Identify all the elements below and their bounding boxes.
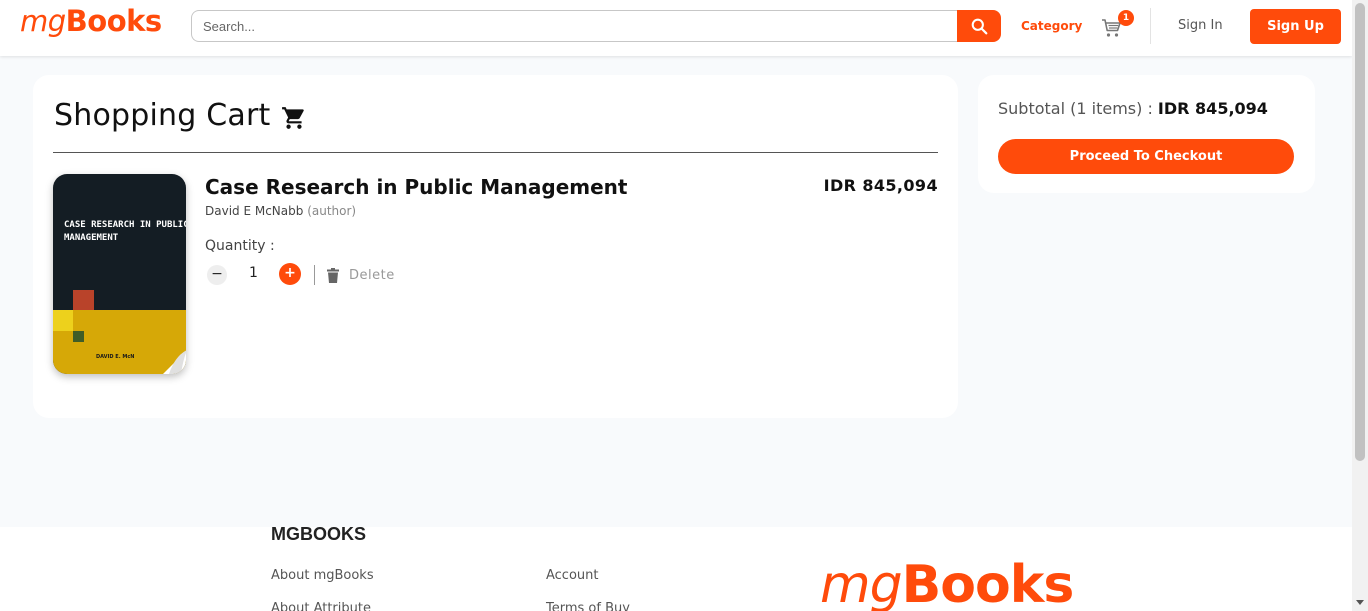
subtotal-amount: IDR 845,094 <box>1157 99 1268 118</box>
decrease-quantity-button[interactable]: − <box>207 265 227 285</box>
quantity-label: Quantity : <box>205 238 275 254</box>
footer-logo-light-text: mg <box>820 555 903 611</box>
logo-light-text: mg <box>20 4 66 38</box>
trash-icon <box>327 267 339 283</box>
cart-item-author: David E McNabb (author) <box>205 204 356 218</box>
search-button[interactable] <box>957 10 1001 42</box>
page-title: Shopping Cart <box>54 98 271 133</box>
footer-heading: MGBOOKS <box>271 524 367 544</box>
cover-green-square <box>73 331 84 342</box>
footer-link-about-mgbooks[interactable]: About mgBooks <box>271 568 374 583</box>
logo-bold-text: Books <box>65 4 163 38</box>
page-curl-icon <box>163 350 186 374</box>
footer-link-about-attribute[interactable]: About Attribute <box>271 601 371 611</box>
site-footer: MGBOOKS About mgBooks About Attribute Ac… <box>0 524 1352 611</box>
cart-count-badge: 1 <box>1118 10 1134 26</box>
subtotal-label: Subtotal (1 items) : <box>998 99 1158 118</box>
header-divider <box>1150 8 1151 44</box>
cart-item-price: IDR 845,094 <box>823 176 938 195</box>
footer-link-account[interactable]: Account <box>546 568 599 583</box>
book-cover-image[interactable]: CASE RESEARCH IN PUBLIC MANAGEMENT DAVID… <box>53 174 186 374</box>
increase-quantity-button[interactable]: + <box>279 263 301 285</box>
scrollbar-thumb[interactable] <box>1355 3 1365 461</box>
cover-author-text: DAVID E. McN <box>96 354 135 360</box>
cart-icon <box>282 107 304 129</box>
cover-red-square <box>73 290 94 310</box>
search-bar <box>191 10 1002 42</box>
delete-item-button[interactable]: Delete <box>327 265 395 285</box>
delete-label: Delete <box>349 267 395 283</box>
site-logo[interactable]: mgBooks <box>20 4 162 38</box>
quantity-divider <box>314 265 315 285</box>
sign-up-button[interactable]: Sign Up <box>1250 9 1341 44</box>
order-summary-panel: Subtotal (1 items) : IDR 845,094 Proceed… <box>978 75 1315 193</box>
cart-button[interactable]: 1 <box>1100 10 1136 41</box>
footer-link-terms-of-buy[interactable]: Terms of Buy <box>546 601 630 611</box>
shopping-cart-panel: Shopping Cart CASE RESEARCH IN PUBLIC MA… <box>33 75 958 418</box>
sign-in-link[interactable]: Sign In <box>1178 18 1223 33</box>
page-scrollbar[interactable] <box>1352 0 1368 611</box>
subtotal-text: Subtotal (1 items) : IDR 845,094 <box>998 99 1268 118</box>
cover-title-text: CASE RESEARCH IN PUBLIC MANAGEMENT <box>64 220 186 243</box>
top-navbar: mgBooks Category 1 Sign In Sign Up <box>0 0 1352 56</box>
author-name: David E McNabb <box>205 204 304 218</box>
search-icon <box>971 18 987 34</box>
author-role: (author) <box>307 204 357 218</box>
cart-item-title[interactable]: Case Research in Public Management <box>205 175 627 199</box>
footer-logo-bold-text: Books <box>901 555 1075 611</box>
proceed-to-checkout-button[interactable]: Proceed To Checkout <box>998 139 1294 174</box>
search-input[interactable] <box>191 10 961 42</box>
category-link[interactable]: Category <box>1021 19 1082 33</box>
cover-yellow-square <box>53 310 73 331</box>
scroll-down-arrow-icon[interactable] <box>1356 600 1364 605</box>
footer-logo: mgBooks <box>820 555 1075 611</box>
title-divider <box>53 152 938 153</box>
quantity-value: 1 <box>249 265 258 281</box>
